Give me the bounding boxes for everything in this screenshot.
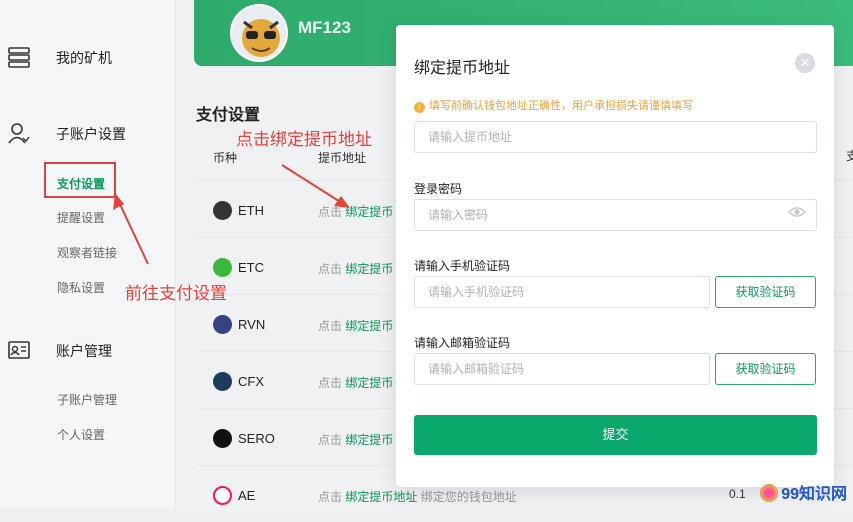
email-code-input[interactable]	[414, 353, 710, 385]
submit-button[interactable]: 提交	[414, 415, 817, 455]
close-icon[interactable]: ✕	[795, 53, 815, 73]
modal-title: 绑定提币地址	[414, 60, 511, 77]
annotation-click-bind: 点击绑定提币地址	[236, 130, 372, 149]
email-code-label: 请输入邮箱验证码	[414, 336, 511, 350]
phone-code-input[interactable]	[414, 276, 710, 308]
get-email-code-button[interactable]: 获取验证码	[715, 353, 816, 385]
watermark-logo-icon	[760, 484, 779, 502]
address-input[interactable]	[414, 121, 817, 153]
warning-text: i 填写前确认钱包地址正确性，用户承担损失请谨慎填写	[414, 97, 693, 113]
phone-code-label: 请输入手机验证码	[414, 259, 511, 273]
info-icon: i	[414, 102, 425, 113]
password-label: 登录密码	[414, 182, 463, 196]
get-phone-code-button[interactable]: 获取验证码	[715, 276, 816, 308]
password-input[interactable]	[414, 199, 817, 231]
annotation-goto-payment: 前往支付设置	[125, 284, 227, 303]
warning-message: 填写前确认钱包地址正确性，用户承担损失请谨慎填写	[429, 100, 693, 112]
watermark-text: 99知识网	[781, 486, 847, 503]
bind-address-modal: 绑定提币地址 ✕ i填写前确认钱包地址正确性，用户承担损失请谨慎填写 登录密码 …	[396, 25, 834, 487]
eye-icon[interactable]	[788, 205, 806, 219]
watermark: 99知识网	[760, 480, 847, 504]
